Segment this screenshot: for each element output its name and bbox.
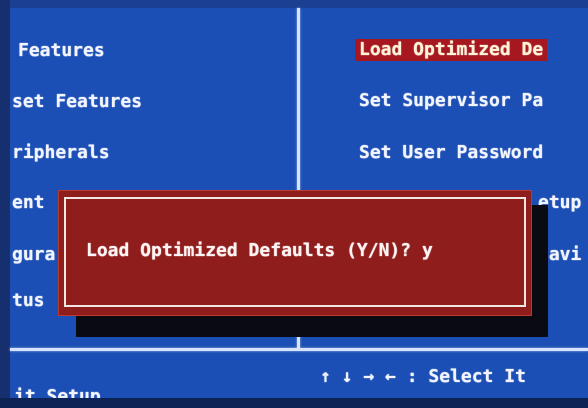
left-menu-item-features[interactable]: Features <box>18 40 105 62</box>
left-menu-item-gura[interactable]: gura <box>12 244 55 266</box>
right-menu-item-set-supervisor-password[interactable]: Set Supervisor Pa <box>359 90 543 112</box>
right-menu-item-set-user-password[interactable]: Set User Password <box>359 142 543 164</box>
dialog-border: Load Optimized Defaults (Y/N)? y <box>64 197 526 307</box>
screen-edge-left <box>0 0 10 408</box>
right-menu-item-load-optimized-defaults[interactable]: Load Optimized De <box>355 39 548 61</box>
confirm-dialog[interactable]: Load Optimized Defaults (Y/N)? y <box>58 190 532 316</box>
left-menu-item-peripherals[interactable]: ripherals <box>12 142 110 164</box>
screen-edge-bottom <box>0 398 588 408</box>
dialog-prompt: Load Optimized Defaults (Y/N)? y <box>86 240 433 261</box>
left-menu-item-ent[interactable]: ent <box>12 192 45 214</box>
screen-edge-top <box>0 0 588 8</box>
bios-screen: Features set Features ripherals ent gura… <box>0 0 588 408</box>
footer-navigation-help: ↑ ↓ → ← : Select It <box>320 366 526 387</box>
left-menu-item-status[interactable]: tus <box>12 290 45 312</box>
footer-divider <box>10 348 588 351</box>
left-menu-item-set-features[interactable]: set Features <box>12 91 142 113</box>
